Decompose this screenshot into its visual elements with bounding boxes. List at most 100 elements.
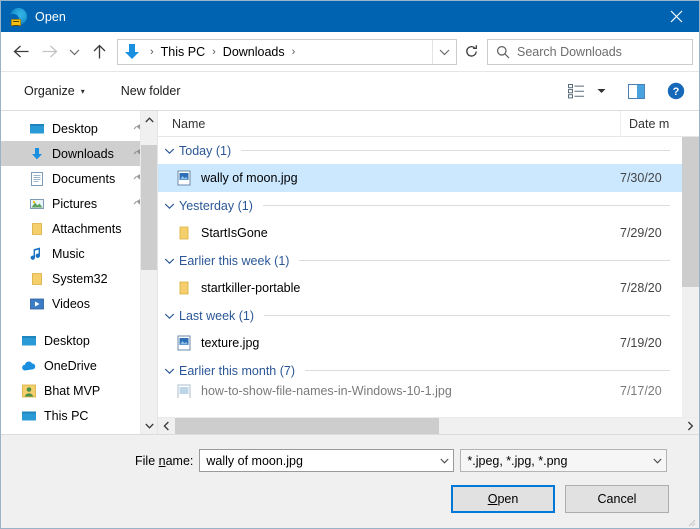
sidebar-item-pictures[interactable]: Pictures [1,191,157,216]
sidebar-item-desktop[interactable]: Desktop [1,116,157,141]
sidebar-item-this-pc[interactable]: This PC [1,403,157,428]
sidebar-scrollbar-thumb[interactable] [141,145,157,270]
sidebar-item-bhat-mvp[interactable]: Bhat MVP [1,378,157,403]
column-header-name[interactable]: Name [158,111,620,137]
table-row[interactable]: startkiller-portable 7/28/20 [158,274,682,302]
chevron-down-icon[interactable] [164,362,175,380]
sidebar-item-music[interactable]: Music [1,241,157,266]
recent-locations-chevron-icon[interactable] [63,37,85,67]
cancel-button[interactable]: Cancel [565,485,669,513]
up-arrow-icon[interactable] [85,37,113,67]
sidebar-item-attachments[interactable]: Attachments [1,216,157,241]
breadcrumb-item-this-pc[interactable]: This PC [159,45,207,59]
chevron-down-icon[interactable] [435,458,453,464]
resize-grip-icon[interactable] [684,514,696,526]
search-icon [496,45,510,59]
downloads-icon [29,146,45,162]
chevron-down-icon[interactable] [648,458,666,464]
file-name-input[interactable]: wally of moon.jpg [199,449,454,472]
file-type-filter-dropdown[interactable]: *.jpeg, *.jpg, *.png [460,449,667,472]
sidebar-item-videos[interactable]: Videos [1,291,157,316]
group-header-last-week[interactable]: Last week (1) [158,302,682,329]
videos-icon [29,296,45,312]
file-name: texture.jpg [201,336,620,350]
edge-browser-icon [10,8,27,25]
organize-button[interactable]: Organize ▾ [17,79,92,103]
group-divider [305,370,670,371]
table-row[interactable]: StartIsGone 7/29/20 [158,219,682,247]
music-icon [29,246,45,262]
file-list-scrollbar[interactable] [682,137,699,417]
file-name-row: File name: wally of moon.jpg *.jpeg, *.j… [1,435,699,472]
sidebar-item-label: Desktop [52,122,98,136]
chevron-down-icon[interactable] [164,307,175,325]
sidebar-item-system32[interactable]: System32 [1,266,157,291]
navigation-pane: Desktop Downloads Documents [1,111,157,434]
group-header-earlier-this-month[interactable]: Earlier this month (7) [158,357,682,384]
navigation-bar: › This PC › Downloads › Search Downloads [1,32,699,72]
chevron-down-icon: ▾ [81,87,85,96]
breadcrumb[interactable]: › This PC › Downloads › [117,39,457,65]
dialog-footer: File name: wally of moon.jpg *.jpeg, *.j… [1,435,699,528]
file-date: 7/19/20 [620,336,682,350]
search-placeholder: Search Downloads [517,45,622,59]
sidebar-item-label: OneDrive [44,359,97,373]
this-pc-icon [21,408,37,424]
file-date: 7/29/20 [620,226,682,240]
hscroll-thumb[interactable] [175,418,439,435]
sidebar-item-label: Videos [52,297,90,311]
new-folder-button[interactable]: New folder [114,79,188,103]
column-header-row: Name Date m [158,111,699,137]
chevron-left-icon[interactable] [158,418,175,435]
file-name: wally of moon.jpg [201,171,620,185]
view-options-icon[interactable] [561,78,591,104]
image-file-icon [176,170,192,186]
sidebar-item-label: Attachments [52,222,121,236]
folder-icon [29,271,45,287]
help-icon[interactable]: ? [661,78,691,104]
sidebar-item-label: Bhat MVP [44,384,100,398]
sidebar-item-onedrive[interactable]: OneDrive [1,353,157,378]
sidebar-item-label: This PC [44,409,88,423]
back-arrow-icon[interactable] [7,37,35,67]
file-list-horizontal-scrollbar[interactable] [158,417,699,434]
table-row[interactable]: how-to-show-file-names-in-Windows-10-1.j… [158,384,682,398]
breadcrumb-chevron-down-icon[interactable] [432,40,456,64]
view-options-chevron-down-icon[interactable] [591,78,611,104]
open-button[interactable]: Open [451,485,555,513]
column-header-date-modified[interactable]: Date m [620,111,682,137]
hscroll-track[interactable] [175,418,682,435]
group-header-yesterday[interactable]: Yesterday (1) [158,192,682,219]
breadcrumb-item-downloads[interactable]: Downloads [221,45,287,59]
sidebar-item-documents[interactable]: Documents [1,166,157,191]
preview-pane-icon[interactable] [621,78,651,104]
sidebar-scrollbar[interactable] [140,111,157,434]
close-icon[interactable] [653,1,699,32]
group-header-today[interactable]: Today (1) [158,137,682,164]
image-file-icon [176,384,192,398]
forward-arrow-icon [35,37,63,67]
chevron-down-icon[interactable] [164,142,175,160]
group-divider [263,205,670,206]
file-list-scrollbar-thumb[interactable] [682,137,699,287]
table-row[interactable]: texture.jpg 7/19/20 [158,329,682,357]
sidebar-item-downloads[interactable]: Downloads [1,141,157,166]
breadcrumb-separator: › [207,46,221,58]
group-label: Yesterday (1) [179,199,253,213]
sidebar-item-label: Downloads [52,147,114,161]
chevron-down-icon[interactable] [164,197,175,215]
sidebar-item-desktop-tree[interactable]: Desktop [1,328,157,353]
svg-text:?: ? [673,86,680,98]
table-row[interactable]: wally of moon.jpg 7/30/20 [158,164,682,192]
group-divider [264,315,670,316]
group-header-earlier-this-week[interactable]: Earlier this week (1) [158,247,682,274]
chevron-down-icon[interactable] [141,417,157,434]
sidebar-item-label: Desktop [44,334,90,348]
group-label: Last week (1) [179,309,254,323]
chevron-up-icon[interactable] [141,111,157,128]
refresh-icon[interactable] [457,39,485,65]
chevron-right-icon[interactable] [682,418,699,435]
search-input[interactable]: Search Downloads [487,39,693,65]
user-icon [21,383,37,399]
chevron-down-icon[interactable] [164,252,175,270]
